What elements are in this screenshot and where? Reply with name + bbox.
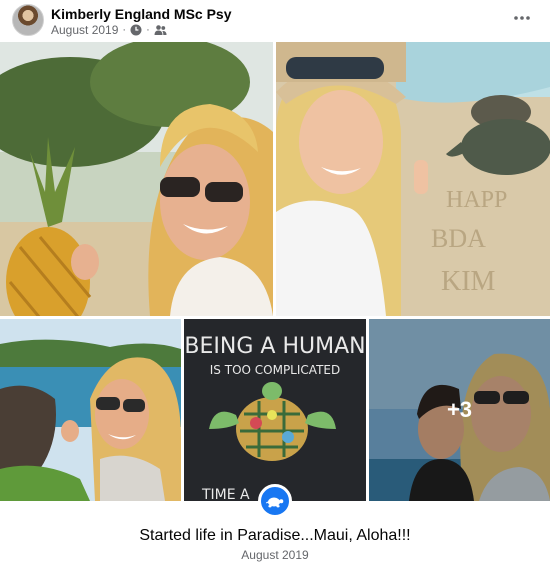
photo-coast-selfie[interactable]	[0, 319, 181, 501]
meta-separator-2: ·	[146, 24, 150, 36]
avatar[interactable]	[12, 4, 44, 36]
shirt-text-line2: IS TOO COMPLICATED	[210, 363, 340, 377]
post-meta: August 2019 · ·	[51, 23, 167, 37]
sand-text-line3: KIM	[441, 266, 496, 297]
more-options-icon[interactable]	[510, 9, 534, 27]
author-name[interactable]: Kimberly England MSc Psy	[51, 6, 232, 22]
album-badge[interactable]	[258, 484, 292, 518]
photo-turtle-beach-selfie[interactable]: HAPP BDA KIM	[276, 42, 550, 316]
clock-icon	[130, 24, 142, 36]
post-header: Kimberly England MSc Psy August 2019 · ·	[0, 0, 550, 40]
shirt-text-bottom: TIME A	[201, 487, 250, 501]
photo-couple-selfie-more[interactable]: +3	[369, 319, 550, 501]
photo-pineapple-selfie[interactable]	[0, 42, 273, 316]
meta-separator: ·	[122, 24, 127, 36]
shirt-text-line1: BEING A HUMAN	[184, 334, 365, 359]
album-title[interactable]: Started life in Paradise...Maui, Aloha!!…	[0, 527, 550, 545]
friends-icon[interactable]	[154, 24, 167, 36]
album-date: August 2019	[241, 548, 309, 562]
photo-turtle-shirt[interactable]: BEING A HUMAN IS TOO COMPLICATED TIME A	[184, 319, 366, 501]
more-photos-count[interactable]: +3	[369, 319, 550, 501]
turtle-icon	[266, 497, 284, 508]
sand-text-line2: BDA	[431, 224, 486, 253]
sand-text-line1: HAPP	[446, 187, 507, 213]
post-date[interactable]: August 2019	[51, 23, 118, 37]
